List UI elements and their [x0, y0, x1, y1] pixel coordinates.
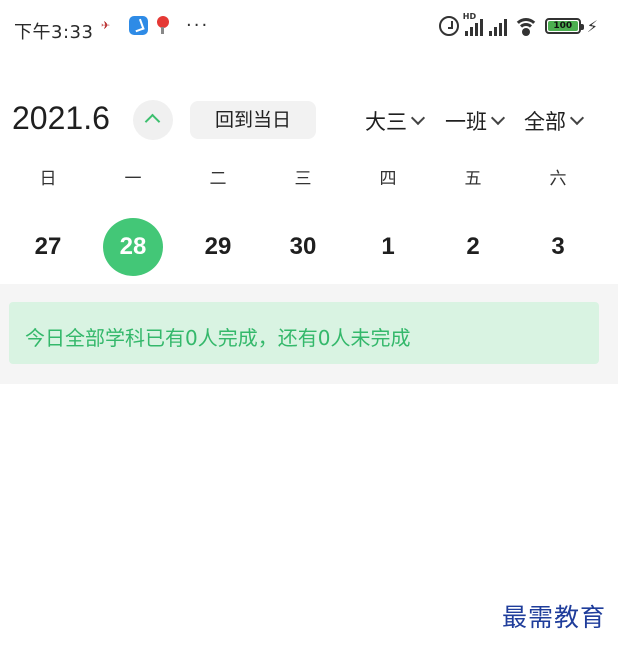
- status-left-icons: ✈ ···: [101, 16, 209, 35]
- subject-filter-label: 全部: [524, 110, 566, 134]
- completion-summary-card: 今日全部学科已有0人完成，还有0人未完成: [9, 302, 599, 364]
- status-time: 下午3:33: [14, 22, 94, 43]
- grade-filter-label: 大三: [365, 110, 407, 134]
- class-filter[interactable]: 一班: [445, 106, 506, 136]
- calendar-day[interactable]: 2: [443, 218, 503, 276]
- chevron-down-icon: [410, 110, 426, 126]
- charging-icon: ⚡: [586, 16, 598, 36]
- class-filter-label: 一班: [445, 110, 487, 134]
- battery-icon: 100: [544, 18, 584, 34]
- weekday-label: 四: [379, 169, 397, 189]
- summary-section: 今日全部学科已有0人完成，还有0人未完成: [0, 284, 618, 384]
- weekday-label: 五: [464, 169, 482, 189]
- location-pin-icon: [156, 16, 170, 35]
- month-label: 2021.6: [12, 100, 110, 136]
- feishu-icon: [129, 16, 148, 35]
- collapse-calendar-button[interactable]: [133, 100, 173, 140]
- battery-level: 100: [547, 21, 578, 31]
- completion-summary-text: 今日全部学科已有0人完成，还有0人未完成: [25, 326, 411, 350]
- status-bar: 下午3:33 ✈ ··· HD 100 ⚡: [0, 0, 618, 60]
- calendar-day[interactable]: 27: [18, 218, 78, 276]
- chevron-down-icon: [569, 110, 585, 126]
- weekday-label: 三: [294, 169, 312, 189]
- weekday-label: 二: [209, 169, 227, 189]
- watermark: 最需教育: [501, 603, 606, 632]
- wifi-icon: [512, 16, 539, 36]
- app-icon: ✈: [101, 18, 111, 32]
- calendar-day-selected[interactable]: 28: [103, 218, 163, 276]
- chevron-down-icon: [490, 110, 506, 126]
- weekday-label: 日: [39, 169, 57, 189]
- subject-filter[interactable]: 全部: [524, 106, 585, 136]
- weekday-label: 一: [124, 169, 142, 189]
- status-right-icons: HD 100 ⚡: [438, 12, 598, 36]
- alarm-icon: [438, 16, 459, 36]
- calendar-day[interactable]: 3: [528, 218, 588, 276]
- hd-signal-icon: HD: [463, 12, 483, 36]
- signal-icon: [488, 16, 507, 36]
- calendar-day[interactable]: 1: [358, 218, 418, 276]
- calendar-day[interactable]: 30: [273, 218, 333, 276]
- back-to-today-button[interactable]: 回到当日: [190, 101, 316, 139]
- weekday-label: 六: [549, 169, 567, 189]
- more-icon: ···: [186, 15, 210, 36]
- calendar-day[interactable]: 29: [188, 218, 248, 276]
- grade-filter[interactable]: 大三: [365, 106, 426, 136]
